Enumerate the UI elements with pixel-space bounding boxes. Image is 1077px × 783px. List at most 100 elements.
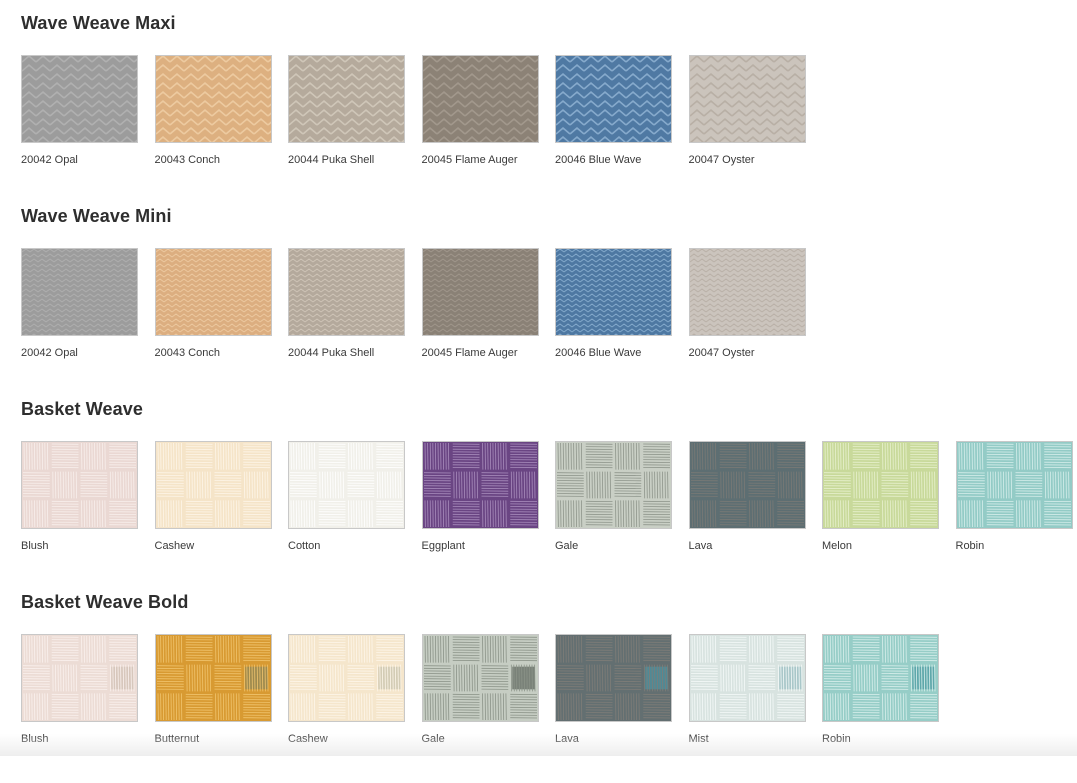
swatch-label[interactable]: 20046 Blue Wave (555, 153, 672, 167)
swatch-label[interactable]: Lava (689, 539, 806, 553)
fabric-pattern (289, 249, 404, 335)
swatch-card[interactable]: Robin (822, 634, 939, 746)
swatch-image[interactable] (154, 248, 272, 336)
swatch-image[interactable] (421, 441, 539, 529)
swatch-image[interactable] (154, 634, 272, 722)
swatch-card[interactable]: Lava (688, 441, 806, 553)
swatch-card[interactable]: Lava (555, 634, 672, 746)
swatch-image[interactable] (21, 634, 138, 722)
swatch-card[interactable]: Robin (955, 441, 1073, 553)
swatch-card[interactable]: Cashew (154, 441, 272, 553)
swatch-card[interactable]: 20043 Conch (154, 248, 272, 360)
swatch-card[interactable]: Blush (21, 634, 138, 746)
section-basket-weave-bold: Basket Weave Bold Blush Butternut Cashew Ga… (21, 590, 1077, 783)
swatch-image[interactable] (288, 441, 405, 529)
swatch-label[interactable]: Gale (422, 732, 539, 746)
swatch-label[interactable]: Lava (555, 732, 672, 746)
section-basket-weave: Basket Weave Blush Cashew Cotton Eggplant Ga… (21, 397, 1077, 590)
swatch-image[interactable] (822, 634, 939, 722)
fabric-pattern (289, 56, 404, 142)
fabric-pattern (289, 635, 404, 721)
swatch-card[interactable]: 20044 Puka Shell (288, 248, 405, 360)
swatch-image[interactable] (288, 634, 405, 722)
swatch-image[interactable] (822, 441, 939, 529)
swatch-image[interactable] (555, 55, 672, 143)
swatch-label[interactable]: 20042 Opal (21, 346, 138, 360)
swatch-card[interactable]: Mist (688, 634, 806, 746)
swatch-card[interactable]: 20045 Flame Auger (421, 248, 539, 360)
swatch-card[interactable]: 20043 Conch (154, 55, 272, 167)
swatch-label[interactable]: Cotton (288, 539, 405, 553)
swatch-row: Blush Butternut Cashew Gale Lava Mist Robin (21, 634, 1077, 746)
swatch-label[interactable]: Mist (689, 732, 806, 746)
swatch-label[interactable]: 20045 Flame Auger (422, 346, 539, 360)
swatch-catalog: Wave Weave Maxi 20042 Opal 20043 Conch 200… (21, 11, 1077, 783)
swatch-label[interactable]: 20043 Conch (155, 153, 272, 167)
swatch-image[interactable] (421, 55, 539, 143)
swatch-image[interactable] (21, 441, 138, 529)
swatch-card[interactable]: 20044 Puka Shell (288, 55, 405, 167)
swatch-image[interactable] (555, 248, 672, 336)
swatch-card[interactable]: Melon (822, 441, 939, 553)
swatch-label[interactable]: 20043 Conch (155, 346, 272, 360)
swatch-label[interactable]: 20046 Blue Wave (555, 346, 672, 360)
swatch-card[interactable]: 20042 Opal (21, 248, 138, 360)
swatch-image[interactable] (21, 248, 138, 336)
fabric-pattern (22, 56, 137, 142)
fabric-pattern (155, 56, 271, 142)
swatch-label[interactable]: 20044 Puka Shell (288, 153, 405, 167)
swatch-card[interactable]: 20047 Oyster (688, 248, 806, 360)
swatch-card[interactable]: 20045 Flame Auger (421, 55, 539, 167)
swatch-label[interactable]: Eggplant (422, 539, 539, 553)
swatch-card[interactable]: Eggplant (421, 441, 539, 553)
swatch-label[interactable]: Cashew (288, 732, 405, 746)
fabric-pattern (155, 249, 271, 335)
swatch-image[interactable] (421, 634, 539, 722)
section-title: Basket Weave Bold (21, 592, 189, 612)
fabric-pattern (22, 442, 137, 528)
swatch-card[interactable]: Gale (421, 634, 539, 746)
swatch-label[interactable]: Blush (21, 539, 138, 553)
section-title: Wave Weave Mini (21, 206, 172, 226)
swatch-image[interactable] (154, 55, 272, 143)
swatch-card[interactable]: Blush (21, 441, 138, 553)
swatch-image[interactable] (21, 55, 138, 143)
swatch-label[interactable]: 20042 Opal (21, 153, 138, 167)
swatch-label[interactable]: 20045 Flame Auger (422, 153, 539, 167)
swatch-label[interactable]: 20044 Puka Shell (288, 346, 405, 360)
swatch-label[interactable]: Robin (956, 539, 1073, 553)
section-wave-weave-maxi: Wave Weave Maxi 20042 Opal 20043 Conch 200… (21, 11, 1077, 204)
fabric-pattern (689, 56, 805, 142)
swatch-label[interactable]: 20047 Oyster (689, 153, 806, 167)
swatch-image[interactable] (421, 248, 539, 336)
swatch-image[interactable] (688, 55, 806, 143)
swatch-image[interactable] (555, 634, 672, 722)
swatch-card[interactable]: 20046 Blue Wave (555, 55, 672, 167)
swatch-card[interactable]: 20047 Oyster (688, 55, 806, 167)
swatch-card[interactable]: 20042 Opal (21, 55, 138, 167)
swatch-label[interactable]: Butternut (155, 732, 272, 746)
swatch-image[interactable] (955, 441, 1073, 529)
swatch-image[interactable] (288, 248, 405, 336)
swatch-row: 20042 Opal 20043 Conch 20044 Puka Shell 200… (21, 55, 1077, 167)
swatch-label[interactable]: 20047 Oyster (689, 346, 806, 360)
swatch-image[interactable] (154, 441, 272, 529)
swatch-label[interactable]: Blush (21, 732, 138, 746)
swatch-card[interactable]: 20046 Blue Wave (555, 248, 672, 360)
swatch-image[interactable] (288, 55, 405, 143)
swatch-image[interactable] (688, 634, 806, 722)
swatch-image[interactable] (688, 441, 806, 529)
swatch-card[interactable]: Butternut (154, 634, 272, 746)
swatch-label[interactable]: Gale (555, 539, 672, 553)
fabric-pattern (556, 249, 671, 335)
swatch-label[interactable]: Cashew (155, 539, 272, 553)
swatch-image[interactable] (555, 441, 672, 529)
swatch-label[interactable]: Melon (822, 539, 939, 553)
swatch-label[interactable]: Robin (822, 732, 939, 746)
swatch-card[interactable]: Cotton (288, 441, 405, 553)
swatch-card[interactable]: Gale (555, 441, 672, 553)
swatch-card[interactable]: Cashew (288, 634, 405, 746)
fabric-pattern (156, 635, 270, 721)
swatch-image[interactable] (688, 248, 806, 336)
fabric-pattern (957, 442, 1071, 528)
